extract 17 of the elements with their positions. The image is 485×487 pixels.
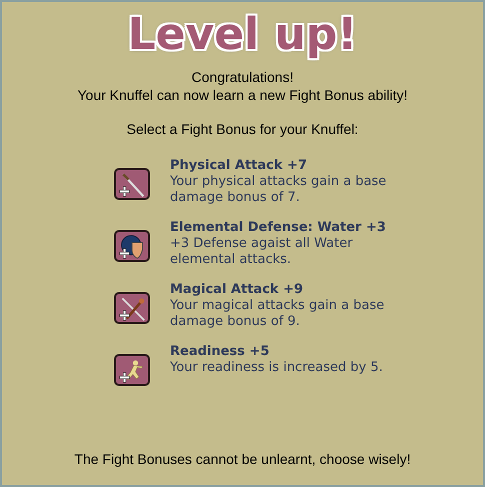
bonus-name: Magical Attack +9 (170, 282, 304, 298)
bonus-name: Elemental Defense: Water +3 (170, 220, 387, 236)
prompt-text: Select a Fight Bonus for your Knuffel: (126, 120, 358, 139)
title: Level up! (128, 8, 358, 62)
bonus-button[interactable] (114, 354, 150, 386)
bonus-button[interactable] (114, 168, 150, 200)
bonus-description: Your physical attacks gain a base damage bonus of 7. (170, 174, 388, 206)
footer-text: The Fight Bonuses cannot be unlearnt, choose wisely! (74, 450, 411, 469)
bonus-button[interactable] (114, 230, 150, 262)
bonus-button[interactable] (114, 292, 150, 324)
intro-text: Your Knuffel can now learn a new Fight Bonus ability! (78, 86, 408, 104)
bonus-name: Physical Attack +7 (170, 158, 308, 174)
bonus-name: Readiness +5 (170, 344, 270, 360)
bonus-description: Your readiness is increased by 5. (170, 360, 384, 376)
intro-text: Congratulations! (192, 68, 294, 86)
bonus-description: Your magical attacks gain a base damage bonus of 9. (170, 298, 386, 330)
bonus-description: +3 Defense agaist all Water elemental attacks. (170, 236, 354, 268)
